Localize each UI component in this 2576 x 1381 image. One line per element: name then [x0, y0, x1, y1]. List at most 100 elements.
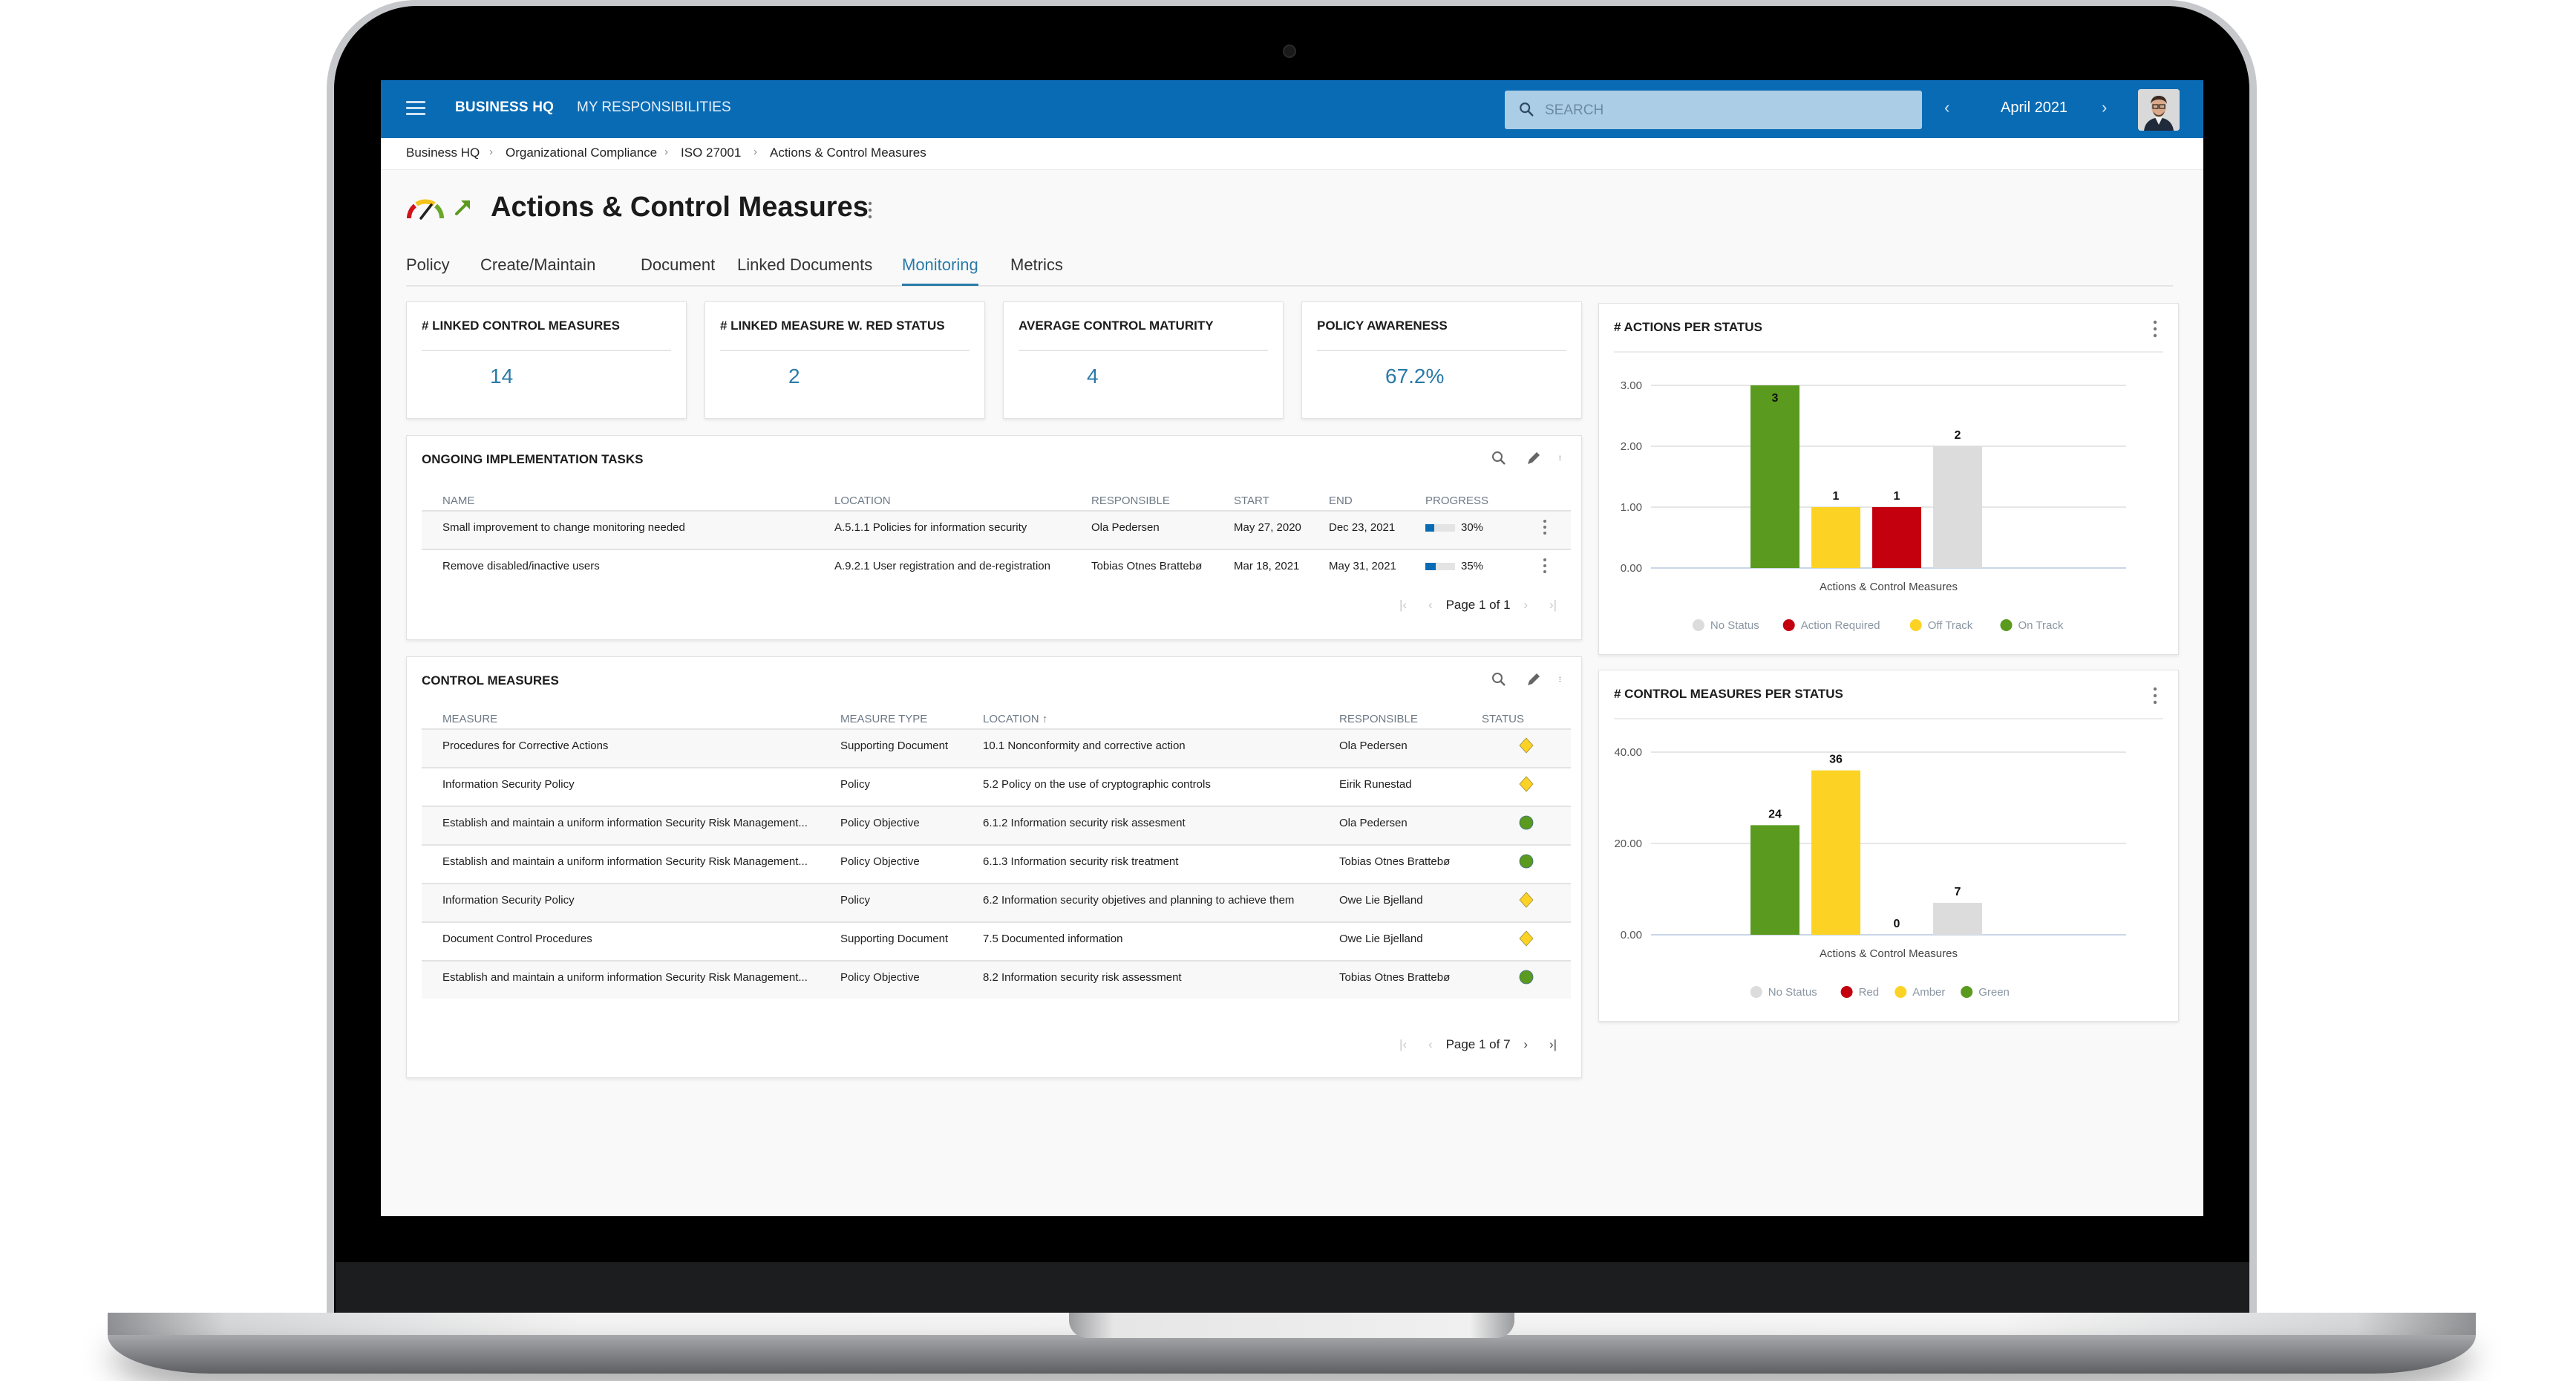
kpi-card-red-status-measures[interactable]: # LINKED MEASURE W. RED STATUS 2 [705, 301, 985, 419]
menu-icon[interactable] [406, 101, 425, 116]
legend-label: Off Track [1928, 619, 1973, 632]
kpi-card-policy-awareness[interactable]: POLICY AWARENESS 67.2% [1301, 301, 1582, 419]
table-row[interactable]: Establish and maintain a uniform informa… [422, 845, 1571, 884]
previous-page-icon[interactable]: ‹ [1422, 598, 1439, 613]
first-page-icon[interactable]: |‹ [1394, 598, 1412, 613]
breadcrumb-item[interactable]: Organizational Compliance [506, 146, 657, 160]
tab-metrics[interactable]: Metrics [1010, 255, 1063, 275]
table-row[interactable]: Small improvement to change monitoring n… [422, 511, 1571, 550]
breadcrumb-item[interactable]: Business HQ [406, 146, 480, 160]
last-page-icon[interactable]: ›| [1544, 598, 1562, 613]
column-header-name[interactable]: NAME [422, 485, 834, 512]
user-avatar[interactable] [2138, 89, 2180, 131]
measure-name[interactable]: Document Control Procedures [422, 922, 840, 962]
table-row[interactable]: Procedures for Corrective Actions Support… [422, 729, 1571, 768]
table-row[interactable]: Establish and maintain a uniform informa… [422, 961, 1571, 999]
column-header-location[interactable]: LOCATION [834, 485, 1091, 512]
measure-name[interactable]: Establish and maintain a uniform informa… [422, 806, 840, 846]
brand-link[interactable]: BUSINESS HQ [455, 99, 554, 116]
kpi-value: 14 [490, 365, 514, 388]
last-page-icon[interactable]: ›| [1544, 1037, 1562, 1052]
next-page-icon[interactable]: › [1517, 598, 1534, 613]
previous-period-button[interactable]: ‹ [1944, 98, 1949, 117]
more-options-icon[interactable] [2153, 687, 2157, 705]
row-more-options-icon[interactable] [1543, 558, 1547, 574]
tab-linked-documents[interactable]: Linked Documents [737, 255, 872, 275]
next-period-button[interactable]: › [2102, 98, 2107, 117]
tab-document[interactable]: Document [641, 255, 715, 275]
status-green-circle-icon [1519, 970, 1534, 985]
previous-page-icon[interactable]: ‹ [1422, 1037, 1439, 1052]
measure-name[interactable]: Establish and maintain a uniform informa… [422, 845, 840, 884]
next-page-icon[interactable]: › [1517, 1037, 1534, 1052]
breadcrumb-item[interactable]: ISO 27001 [681, 146, 741, 160]
kpi-card-linked-control-measures[interactable]: # LINKED CONTROL MEASURES 14 [406, 301, 687, 419]
column-header-responsible[interactable]: RESPONSIBLE [1339, 703, 1482, 730]
more-options-icon[interactable] [2153, 320, 2157, 338]
search-input[interactable] [1543, 99, 1903, 122]
kpi-title: # LINKED CONTROL MEASURES [422, 319, 620, 333]
task-end: May 31, 2021 [1329, 560, 1396, 572]
y-tick-label: 3.00 [1621, 379, 1642, 392]
y-tick-label: 0.00 [1621, 929, 1642, 941]
tab-create-maintain[interactable]: Create/Maintain [480, 255, 595, 275]
kpi-card-average-control-maturity[interactable]: AVERAGE CONTROL MATURITY 4 [1003, 301, 1284, 419]
chart-title: # ACTIONS PER STATUS [1614, 320, 1762, 334]
table-row[interactable]: Remove disabled/inactive users A.9.2.1 U… [422, 549, 1571, 587]
tab-monitoring[interactable]: Monitoring [902, 255, 978, 286]
table-row[interactable]: Information Security Policy Policy 5.2 Pol… [422, 768, 1571, 807]
panel-toolbar [1477, 449, 1565, 470]
ongoing-tasks-panel: ONGOING IMPLEMENTATION TASKS NAME LOCATI… [406, 435, 1582, 640]
column-header-measure[interactable]: MEASURE [422, 703, 840, 730]
legend-marker-no-status [1750, 986, 1762, 998]
more-options-icon[interactable] [1559, 670, 1565, 688]
edit-pencil-icon[interactable] [1525, 670, 1543, 688]
column-header-end[interactable]: END [1329, 485, 1425, 512]
search-box[interactable] [1505, 91, 1922, 129]
legend-label: Action Required [1801, 619, 1880, 632]
search-icon[interactable] [1490, 449, 1508, 467]
bar-on-track [1750, 385, 1799, 568]
nav-my-responsibilities[interactable]: MY RESPONSIBILITIES [577, 99, 731, 116]
legend-marker-off-track [1909, 619, 1922, 631]
period-label[interactable]: April 2021 [2001, 99, 2067, 117]
measure-name[interactable]: Information Security Policy [422, 884, 840, 923]
measure-name[interactable]: Information Security Policy [422, 768, 840, 807]
task-name[interactable]: Remove disabled/inactive users [422, 549, 834, 587]
edit-pencil-icon[interactable] [1525, 449, 1543, 467]
panel-title: CONTROL MEASURES [422, 673, 559, 688]
column-header-status[interactable]: STATUS [1482, 703, 1571, 730]
page-title: Actions & Control Measures [491, 192, 869, 223]
y-tick-label: 40.00 [1614, 746, 1642, 759]
table-row[interactable]: Document Control Procedures Supporting Do… [422, 922, 1571, 962]
column-header-start[interactable]: START [1234, 485, 1329, 512]
task-name[interactable]: Small improvement to change monitoring n… [422, 511, 834, 550]
more-options-icon[interactable] [1559, 449, 1565, 467]
control-measures-table: MEASURE MEASURE TYPE LOCATION ↑ RESPONSI… [422, 703, 1571, 999]
legend-label: No Status [1710, 619, 1759, 632]
kpi-title: # LINKED MEASURE W. RED STATUS [720, 319, 945, 333]
measure-name[interactable]: Procedures for Corrective Actions [422, 729, 840, 768]
column-header-responsible[interactable]: RESPONSIBLE [1091, 485, 1234, 512]
first-page-icon[interactable]: |‹ [1394, 1037, 1412, 1052]
table-row[interactable]: Information Security Policy Policy 6.2 Inf… [422, 884, 1571, 923]
kpi-title: POLICY AWARENESS [1317, 319, 1448, 333]
breadcrumb-separator-icon: › [664, 146, 668, 158]
measure-responsible: Tobias Otnes Brattebø [1339, 961, 1482, 999]
column-header-measure-type[interactable]: MEASURE TYPE [840, 703, 983, 730]
app-screen: BUSINESS HQ MY RESPONSIBILITIES ‹ April … [381, 80, 2203, 1216]
search-icon [1520, 102, 1534, 117]
column-header-progress[interactable]: PROGRESS [1425, 485, 1519, 512]
progress-label: 30% [1461, 521, 1484, 534]
y-tick-label: 1.00 [1621, 501, 1642, 514]
measure-name[interactable]: Establish and maintain a uniform informa… [422, 961, 840, 999]
more-options-icon[interactable] [868, 200, 872, 220]
data-label: 36 [1829, 754, 1843, 766]
tab-policy[interactable]: Policy [406, 255, 450, 275]
table-row[interactable]: Establish and maintain a uniform informa… [422, 806, 1571, 846]
row-more-options-icon[interactable] [1543, 519, 1547, 535]
column-header-location[interactable]: LOCATION ↑ [983, 703, 1339, 730]
measure-type: Supporting Document [840, 922, 983, 962]
measure-responsible: Owe Lie Bjelland [1339, 884, 1482, 923]
search-icon[interactable] [1490, 670, 1508, 688]
